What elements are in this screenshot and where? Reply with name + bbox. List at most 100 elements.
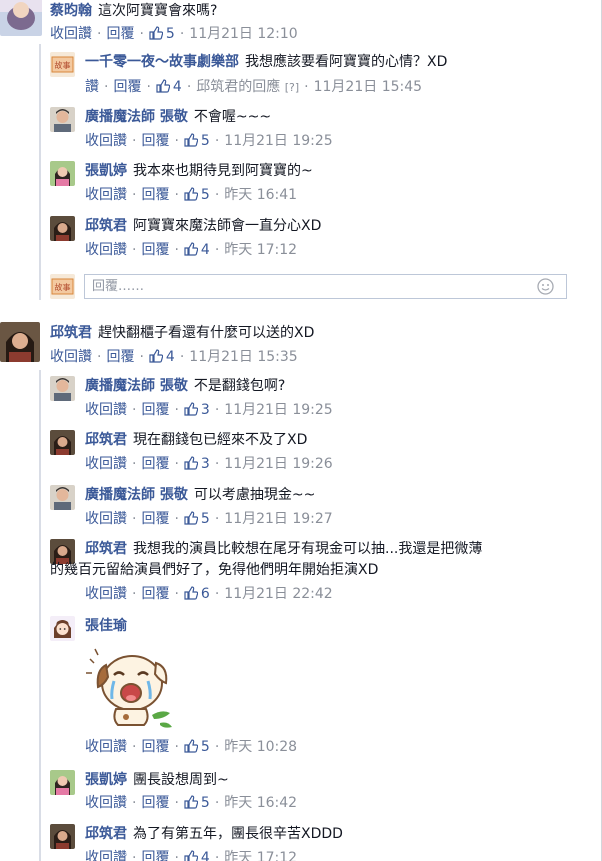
- timestamp[interactable]: 11月21日 19:25: [224, 133, 332, 149]
- reply-link[interactable]: 回覆: [141, 456, 169, 472]
- author-name[interactable]: 邱筑君: [85, 826, 127, 842]
- separator-dot: ·: [97, 349, 102, 365]
- like-count[interactable]: 4: [201, 850, 210, 861]
- like-count[interactable]: 5: [201, 739, 210, 755]
- unlike-link[interactable]: 收回讚: [85, 402, 127, 418]
- unlike-link[interactable]: 收回讚: [85, 511, 127, 527]
- unlike-link[interactable]: 收回讚: [85, 850, 127, 861]
- reply-link[interactable]: 回覆: [141, 511, 169, 527]
- reply-link[interactable]: 回覆: [141, 242, 169, 258]
- unlike-link[interactable]: 收回讚: [85, 456, 127, 472]
- avatar[interactable]: [50, 216, 75, 241]
- avatar[interactable]: [50, 770, 75, 795]
- author-name[interactable]: 邱筑君: [85, 432, 127, 448]
- unlike-link[interactable]: 收回讚: [85, 187, 127, 203]
- unlike-link[interactable]: 收回讚: [50, 26, 92, 42]
- reply-link[interactable]: 回覆: [141, 133, 169, 149]
- like-count[interactable]: 5: [201, 133, 210, 149]
- author-name[interactable]: 廣播魔法師 張敬: [85, 109, 188, 125]
- avatar[interactable]: [50, 161, 75, 186]
- like-thumb-icon[interactable]: [149, 26, 163, 40]
- timestamp[interactable]: 昨天 10:28: [224, 739, 297, 755]
- like-thumb-icon[interactable]: [184, 402, 198, 416]
- like-thumb-icon[interactable]: [184, 242, 198, 256]
- reply-link[interactable]: 回覆: [113, 79, 141, 95]
- like-thumb-icon[interactable]: [184, 739, 198, 753]
- avatar[interactable]: [50, 376, 75, 401]
- like-count[interactable]: 5: [166, 26, 175, 42]
- separator-dot: ·: [132, 402, 137, 418]
- like-count[interactable]: 4: [166, 349, 175, 365]
- like-thumb-icon[interactable]: [184, 586, 198, 600]
- like-thumb-icon[interactable]: [156, 79, 170, 93]
- avatar[interactable]: [50, 616, 75, 641]
- like-count[interactable]: 6: [201, 586, 210, 602]
- author-name[interactable]: 廣播魔法師 張敬: [85, 487, 188, 503]
- like-thumb-icon[interactable]: [184, 795, 198, 809]
- author-name[interactable]: 一千零一夜～故事劇樂部: [85, 54, 239, 70]
- crying-dog-sticker[interactable]: [84, 643, 184, 733]
- man-photo-icon: [50, 376, 75, 401]
- reply-link[interactable]: 回覆: [141, 402, 169, 418]
- author-name[interactable]: 張凱婷: [85, 163, 127, 179]
- reply-input[interactable]: [85, 275, 525, 298]
- timestamp[interactable]: 昨天 16:41: [224, 187, 297, 203]
- avatar[interactable]: [50, 107, 75, 132]
- unlike-link[interactable]: 收回讚: [50, 349, 92, 365]
- reply-link[interactable]: 回覆: [141, 850, 169, 861]
- like-count[interactable]: 4: [173, 79, 182, 95]
- avatar[interactable]: [50, 430, 75, 455]
- like-thumb-icon[interactable]: [149, 349, 163, 363]
- timestamp[interactable]: 昨天 17:12: [224, 242, 297, 258]
- unlike-link[interactable]: 收回讚: [85, 133, 127, 149]
- like-count[interactable]: 3: [201, 456, 210, 472]
- author-name[interactable]: 張凱婷: [85, 772, 127, 788]
- avatar[interactable]: [0, 322, 40, 362]
- like-link[interactable]: 讚: [85, 79, 99, 95]
- emoticon-icon[interactable]: [537, 278, 554, 295]
- timestamp[interactable]: 11月21日 15:35: [189, 349, 297, 365]
- reply-link[interactable]: 回覆: [106, 349, 134, 365]
- author-name[interactable]: 廣播魔法師 張敬: [85, 378, 188, 394]
- like-thumb-icon[interactable]: [184, 456, 198, 470]
- author-name[interactable]: 蔡昀翰: [50, 3, 92, 19]
- timestamp[interactable]: 11月21日 19:27: [224, 511, 332, 527]
- timestamp[interactable]: 昨天 17:12: [224, 850, 297, 861]
- timestamp[interactable]: 11月21日 22:42: [224, 586, 332, 602]
- timestamp[interactable]: 昨天 16:42: [224, 795, 297, 811]
- reply-link[interactable]: 回覆: [141, 586, 169, 602]
- avatar[interactable]: 故事: [50, 52, 75, 77]
- reply-link[interactable]: 回覆: [141, 187, 169, 203]
- like-count[interactable]: 4: [201, 242, 210, 258]
- like-thumb-icon[interactable]: [184, 850, 198, 861]
- like-count[interactable]: 5: [201, 511, 210, 527]
- author-name[interactable]: 邱筑君: [85, 541, 127, 557]
- timestamp[interactable]: 11月21日 19:26: [224, 456, 332, 472]
- unlike-link[interactable]: 收回讚: [85, 586, 127, 602]
- avatar[interactable]: [50, 485, 75, 510]
- reply-note[interactable]: 邱筑君的回應: [196, 79, 280, 95]
- unlike-link[interactable]: 收回讚: [85, 739, 127, 755]
- timestamp[interactable]: 11月21日 12:10: [189, 26, 297, 42]
- timestamp[interactable]: 11月21日 19:25: [224, 402, 332, 418]
- reply-composer[interactable]: [84, 274, 567, 299]
- like-thumb-icon[interactable]: [184, 511, 198, 525]
- author-name[interactable]: 邱筑君: [50, 325, 92, 341]
- avatar[interactable]: [50, 824, 75, 849]
- like-count[interactable]: 3: [201, 402, 210, 418]
- like-count[interactable]: 5: [201, 795, 210, 811]
- reply-link[interactable]: 回覆: [141, 795, 169, 811]
- like-count[interactable]: 5: [201, 187, 210, 203]
- separator-dot: ·: [214, 739, 220, 755]
- unlike-link[interactable]: 收回讚: [85, 242, 127, 258]
- reply-link[interactable]: 回覆: [106, 26, 134, 42]
- author-name[interactable]: 張佳瑜: [85, 618, 127, 634]
- unlike-link[interactable]: 收回讚: [85, 795, 127, 811]
- like-thumb-icon[interactable]: [184, 133, 198, 147]
- avatar[interactable]: [0, 0, 42, 36]
- reply-link[interactable]: 回覆: [141, 739, 169, 755]
- help-link[interactable]: [?]: [285, 81, 299, 94]
- timestamp[interactable]: 11月21日 15:45: [314, 79, 422, 95]
- like-thumb-icon[interactable]: [184, 187, 198, 201]
- author-name[interactable]: 邱筑君: [85, 218, 127, 234]
